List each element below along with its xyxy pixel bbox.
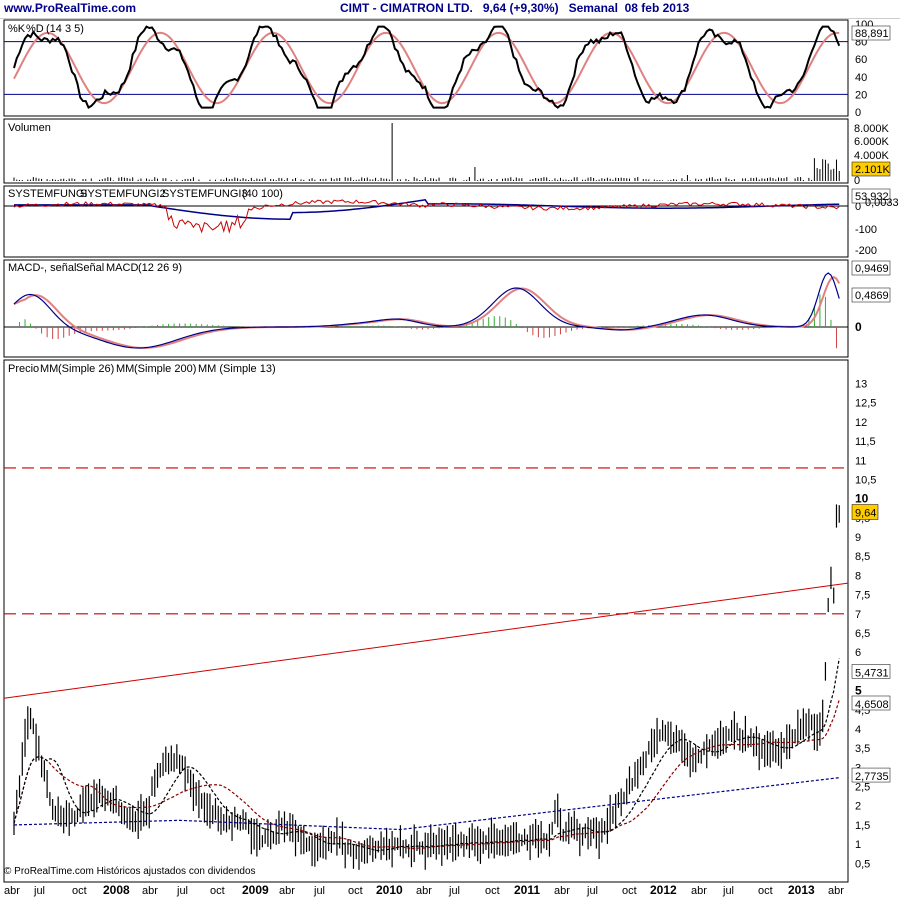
fungi-legend-3: SYSTEMFUNGI3 [162, 188, 248, 200]
price-tick: 8,5 [855, 551, 870, 563]
macd-last-1: 0,9469 [855, 263, 889, 275]
chart-window: www.ProRealTime.com CIMT - CIMATRON LTD.… [0, 0, 900, 900]
price-tick: 8 [855, 570, 861, 582]
price-legend-1: MM [40, 363, 58, 375]
price-tick: 7,5 [855, 590, 870, 602]
stoch-tick: 20 [855, 89, 867, 101]
price-legend-3: MM (Simple 13) [198, 363, 276, 375]
volume-tick: 8.000K [854, 123, 890, 135]
macd-legend-params: (12 26 9) [138, 262, 182, 274]
x-axis-label: oct [758, 885, 773, 897]
x-axis-label: jul [33, 885, 45, 897]
fungi-last-2: 0,0033 [865, 197, 899, 209]
x-axis-label: jul [722, 885, 734, 897]
price-tick: 6 [855, 647, 861, 659]
macd-legend-3: MACD [106, 262, 138, 274]
fungi-legend-1: SYSTEMFUNGI [8, 188, 87, 200]
last-price-value: 9,64 [855, 507, 876, 519]
ma13-last-value: 5,4731 [855, 667, 889, 679]
macd-legend-2: Señal [76, 262, 104, 274]
x-axis-label: jul [313, 885, 325, 897]
x-axis-label: oct [210, 885, 225, 897]
volume-legend: Volumen [8, 122, 51, 134]
price-tick: 1,5 [855, 820, 870, 832]
price-tick: 1 [855, 839, 861, 851]
price-tick: 3,5 [855, 743, 870, 755]
price-tick: 13 [855, 379, 867, 391]
fungi-tick-200: -200 [855, 245, 877, 257]
x-axis-label: abr [279, 885, 295, 897]
x-axis-label: oct [485, 885, 500, 897]
x-axis-label: jul [586, 885, 598, 897]
price-tick: 12,5 [855, 398, 876, 410]
x-axis-label: 2012 [650, 883, 677, 897]
volume-panel [3, 118, 849, 184]
price-tick: 10,5 [855, 474, 876, 486]
footer-credit: © ProRealTime.com Históricos ajustados c… [4, 866, 256, 877]
fungi-legend-2: SYSTEMFUNGI2 [80, 188, 166, 200]
x-axis-label: 2010 [376, 883, 403, 897]
volume-tick: 4.000K [854, 150, 890, 162]
macd-last-2: 0,4869 [855, 290, 889, 302]
x-axis-label: 2009 [242, 883, 269, 897]
price-tick: 11,5 [855, 436, 876, 448]
x-axis-label: 2011 [514, 883, 540, 897]
x-axis-label: abr [691, 885, 707, 897]
price-tick: 2 [855, 801, 861, 813]
ma200-last-value: 2,7735 [855, 771, 889, 783]
stoch-last-value: 88,891 [855, 28, 889, 40]
x-axis-label: abr [4, 885, 20, 897]
price-legend-2: MM [116, 363, 134, 375]
x-axis-label: abr [554, 885, 570, 897]
stoch-legend-d: %D [26, 23, 44, 35]
x-axis-label: jul [176, 885, 188, 897]
fungi-tick-100: -100 [855, 224, 877, 236]
volume-tick: 0 [854, 175, 860, 187]
stoch-tick: 0 [855, 107, 861, 119]
price-tick: 11 [855, 455, 866, 467]
price-tick: 6,5 [855, 628, 870, 640]
stoch-legend-k: %K [8, 23, 26, 35]
price-tick: 4 [855, 724, 861, 736]
x-axis-label: abr [828, 885, 844, 897]
price-legend-2b: (Simple 200) [134, 363, 196, 375]
macd-tick-0: 0 [855, 320, 862, 334]
price-legend-0: Precio [8, 363, 39, 375]
price-tick: 2,5 [855, 782, 870, 794]
macd-panel [3, 259, 849, 358]
ma26-last-value: 4,6508 [855, 699, 889, 711]
price-tick: 5 [855, 684, 862, 698]
volume-last-value: 2.101K [855, 164, 891, 176]
x-axis-label: oct [348, 885, 363, 897]
volume-tick: 6.000K [854, 136, 890, 148]
x-axis-label: 2008 [103, 883, 130, 897]
price-panel [3, 359, 849, 883]
stoch-tick: 60 [855, 54, 867, 66]
price-tick: 12 [855, 417, 867, 429]
price-tick: 7 [855, 609, 861, 621]
price-tick: 9 [855, 532, 861, 544]
chart-svg[interactable]: %K %D (14 3 5) 10080604020088,891Volumen 8.0… [0, 0, 900, 900]
stoch-legend-params: (14 3 5) [46, 23, 84, 35]
x-axis-label: 2013 [788, 883, 815, 897]
price-tick: 0,5 [855, 858, 870, 870]
price-tick: 10 [855, 492, 869, 506]
fungi-legend-params: (40 100) [242, 188, 283, 200]
x-axis-label: oct [72, 885, 87, 897]
x-axis-label: abr [142, 885, 158, 897]
x-axis-label: oct [622, 885, 637, 897]
stoch-tick: 40 [855, 72, 867, 84]
x-axis-label: jul [448, 885, 460, 897]
macd-legend-1: MACD-, señal [8, 262, 76, 274]
x-axis-label: abr [416, 885, 432, 897]
price-legend-1b: (Simple 26) [58, 363, 114, 375]
